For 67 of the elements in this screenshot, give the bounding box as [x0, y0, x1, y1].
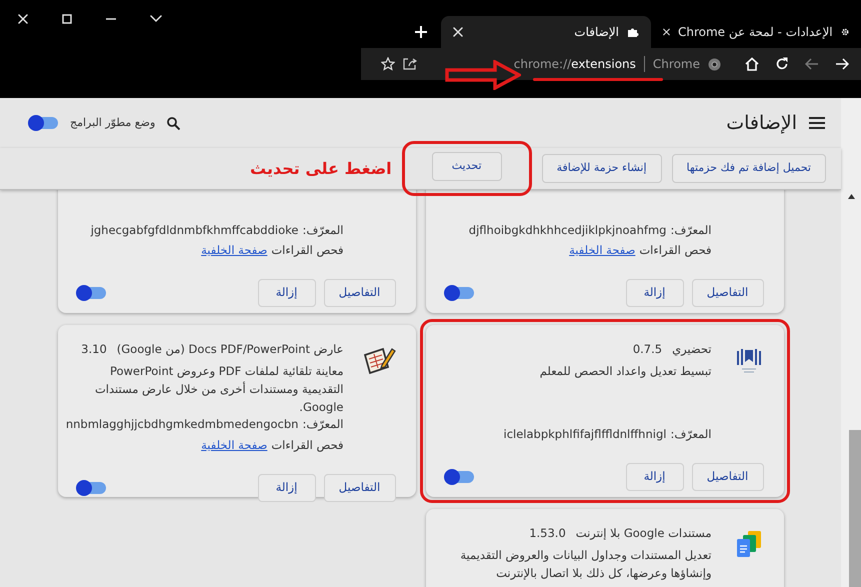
gear-icon: [840, 26, 849, 38]
id-label: المعرّف:: [670, 222, 712, 239]
url-text[interactable]: chrome://extensions: [514, 55, 636, 73]
browser-tab[interactable]: الإضافات: [441, 16, 651, 48]
id-label: المعرّف:: [302, 416, 344, 434]
background-page-link[interactable]: صفحة الخلفية: [201, 242, 268, 259]
extension-name: تحضيري: [672, 341, 712, 358]
scrollbar-thumb[interactable]: [849, 430, 861, 587]
id-label: المعرّف:: [302, 222, 344, 239]
action-button[interactable]: إنشاء حزمة للإضافة: [542, 154, 662, 183]
scroll-up-icon[interactable]: [848, 194, 854, 199]
toggle-switch[interactable]: [446, 287, 474, 299]
page-title: الإضافات: [726, 110, 797, 136]
remove-button[interactable]: إزالة: [626, 463, 684, 491]
chevron-down-icon[interactable]: [150, 15, 162, 23]
version-text: 3.10: [81, 341, 107, 358]
details-button[interactable]: التفاصيل: [692, 279, 764, 307]
details-button[interactable]: التفاصيل: [324, 474, 396, 502]
star-icon[interactable]: [381, 57, 395, 71]
id-label: المعرّف:: [670, 426, 712, 443]
background-page-link[interactable]: صفحة الخلفية: [201, 436, 268, 454]
toggle-switch[interactable]: [78, 287, 106, 299]
maximize-icon[interactable]: [62, 14, 72, 24]
remove-button[interactable]: إزالة: [626, 279, 684, 307]
forward-arrow-icon[interactable]: [835, 58, 849, 70]
toggle-switch[interactable]: [446, 471, 474, 483]
tab-title: الإعدادات - لمحة عن Chrome: [678, 24, 833, 41]
annotation-text: اضغط على تحديث: [250, 158, 392, 180]
home-icon[interactable]: [745, 57, 759, 71]
version-text: 0.7.5: [632, 341, 662, 358]
remove-button[interactable]: إزالة: [258, 474, 316, 502]
details-button[interactable]: التفاصيل: [324, 279, 396, 307]
inspect-views-label: فحص القراءات: [271, 436, 344, 454]
spreadsheet-pencil-icon: [362, 345, 396, 375]
toggle-switch[interactable]: [30, 117, 58, 129]
extension-id: nnbmlagghjjcbdhgmkedmbmedengocbn: [66, 416, 298, 434]
extension-id: djflhoibgkdhkhhcedjiklpkjnoahfmg: [468, 222, 666, 238]
extension-id: jghecgabfgfdldnmbfkhmffcabddioke: [90, 222, 298, 238]
toggle-switch[interactable]: [78, 482, 106, 494]
action-button[interactable]: تحديث: [432, 152, 502, 181]
background-page-link[interactable]: صفحة الخلفية: [569, 242, 636, 259]
extension-description: تعديل المستندات وجداول البيانات والعروض التقديمية وإنشاؤها وعرضها، كل ذلك بلا اتصال بالإنترنت: [459, 547, 712, 582]
close-icon[interactable]: [663, 27, 670, 37]
search-icon[interactable]: [167, 116, 180, 130]
inspect-views-label: فحص القراءات: [639, 242, 712, 259]
extension-name: عارض Docs PDF/PowerPoint (من Google): [116, 341, 344, 358]
extension-description: تبسيط تعديل واعداد الحصص للمعلم: [538, 363, 712, 380]
share-icon[interactable]: [403, 58, 417, 70]
extension-id: iclelabpkphlfifajflffldnlffhnigl: [504, 426, 666, 443]
developer-mode-label: وضع مطوّر البرامج: [70, 114, 156, 131]
close-icon[interactable]: [18, 14, 28, 24]
close-icon[interactable]: [453, 27, 463, 37]
remove-button[interactable]: إزالة: [258, 279, 316, 307]
menu-icon[interactable]: [809, 117, 825, 129]
tab-title: الإضافات: [573, 24, 619, 41]
details-button[interactable]: التفاصيل: [692, 463, 764, 491]
extension-description: معاينة تلقائية لملفات PDF وعروض PowerPoint التقديمية ومستندات أخرى من خلال عارض مستندات Google.: [94, 363, 344, 416]
back-arrow-icon: [805, 58, 819, 70]
inspect-views-label: فحص القراءات: [271, 242, 344, 259]
puzzle-icon: [627, 26, 639, 38]
site-label: Chrome: [652, 56, 700, 73]
extension-name: مستندات Google بلا إنترنت: [576, 525, 712, 542]
new-tab-icon[interactable]: [415, 26, 427, 38]
chrome-logo-icon: [708, 58, 721, 70]
version-text: 1.53.0: [529, 525, 566, 542]
action-button[interactable]: تحميل إضافة تم فك حزمتها: [672, 154, 826, 183]
reload-icon[interactable]: [775, 57, 789, 71]
